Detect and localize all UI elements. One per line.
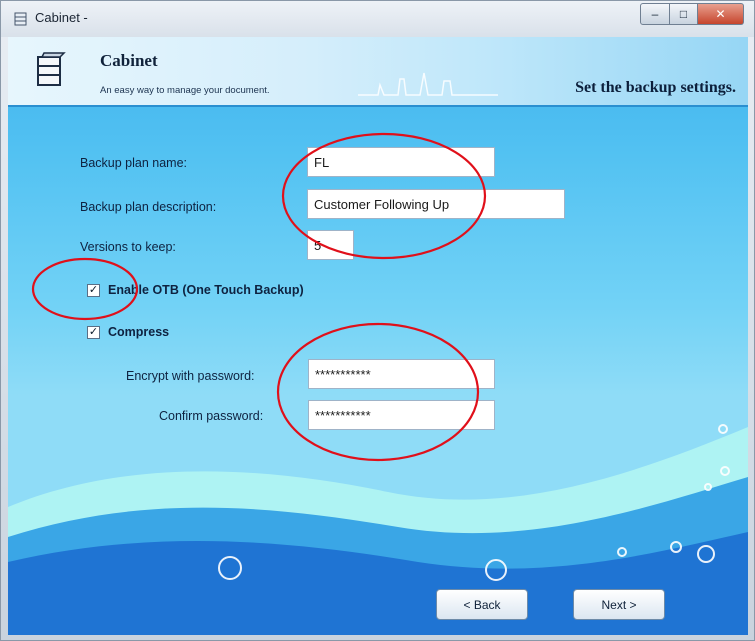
compress-checkbox[interactable]: ✓ (87, 325, 100, 339)
plan-name-input[interactable] (307, 147, 495, 177)
step-title: Set the backup settings. (575, 79, 736, 96)
title-bar: Cabinet - – □ ✕ (1, 1, 754, 37)
versions-label: Versions to keep: (80, 240, 176, 254)
window-controls: – □ ✕ (640, 3, 744, 25)
window-title: Cabinet - (35, 10, 88, 25)
close-button[interactable]: ✕ (698, 3, 744, 25)
encrypt-password-label: Encrypt with password: (126, 369, 255, 383)
enable-otb-option[interactable]: ✓ Enable OTB (One Touch Backup) (87, 283, 304, 297)
back-button[interactable]: < Back (436, 589, 528, 620)
cabinet-icon (14, 12, 27, 26)
enable-otb-checkbox[interactable]: ✓ (87, 283, 100, 297)
plan-name-label: Backup plan name: (80, 156, 188, 170)
main-window: Cabinet - – □ ✕ Cabinet An easy way to m… (0, 0, 755, 641)
confirm-password-label: Confirm password: (159, 409, 264, 423)
next-button[interactable]: Next > (573, 589, 665, 620)
enable-otb-label: Enable OTB (One Touch Backup) (108, 283, 304, 297)
app-name: Cabinet (100, 51, 158, 70)
wizard-header: Cabinet An easy way to manage your docum… (8, 37, 748, 107)
confirm-password-input[interactable] (308, 400, 495, 430)
versions-input[interactable] (307, 230, 354, 260)
wizard-client-area: Cabinet An easy way to manage your docum… (8, 37, 748, 635)
app-tagline: An easy way to manage your document. (100, 85, 270, 96)
maximize-button[interactable]: □ (670, 3, 698, 25)
plan-description-label: Backup plan description: (80, 200, 217, 214)
skyline-decoration (358, 72, 498, 96)
encrypt-password-input[interactable] (308, 359, 495, 389)
cabinet-icon (37, 52, 66, 86)
plan-description-input[interactable] (307, 189, 565, 219)
compress-option[interactable]: ✓ Compress (87, 325, 169, 339)
minimize-button[interactable]: – (640, 3, 670, 25)
compress-label: Compress (108, 325, 170, 339)
header-divider (8, 105, 748, 107)
